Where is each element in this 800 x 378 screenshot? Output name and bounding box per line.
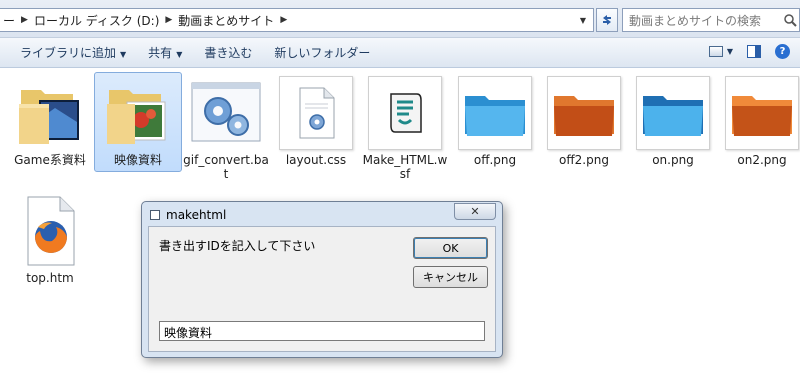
file-item[interactable]: off2.png <box>540 69 628 173</box>
window-icon <box>150 210 160 220</box>
preview-pane-icon[interactable] <box>747 45 761 58</box>
share-button[interactable]: 共有 ▼ <box>148 44 182 61</box>
crumb-separator-icon[interactable]: ▶ <box>163 15 174 25</box>
folder-icon <box>100 75 176 151</box>
view-icon <box>708 46 723 57</box>
chevron-down-icon: ▼ <box>726 47 733 56</box>
file-name: off2.png <box>559 153 609 167</box>
crumb-folder[interactable]: 動画まとめサイト <box>174 12 278 29</box>
address-dropdown-icon[interactable]: ▼ <box>574 9 592 31</box>
dialog-prompt: 書き出すIDを記入して下さい <box>159 239 316 253</box>
thumbnail-frame <box>547 76 621 150</box>
refresh-icon <box>603 15 611 25</box>
file-item[interactable]: layout.css <box>272 69 360 173</box>
batch-file-icon <box>188 75 264 151</box>
script-file-icon <box>367 75 443 151</box>
file-name: on2.png <box>737 153 787 167</box>
file-item[interactable]: on2.png <box>718 69 800 173</box>
dialog-title-bar[interactable]: makehtml <box>150 207 226 223</box>
file-name: off.png <box>473 153 517 167</box>
change-view-button[interactable]: ▼ <box>708 46 733 57</box>
folder-icon <box>12 75 88 151</box>
crumb-drive[interactable]: ローカル ディスク (D:) <box>30 12 163 29</box>
file-item[interactable]: top.htm <box>6 187 94 291</box>
file-name: on.png <box>652 153 694 167</box>
refresh-button[interactable] <box>596 8 618 32</box>
thumbnail-frame <box>458 76 532 150</box>
help-icon[interactable]: ? <box>775 44 790 59</box>
thumbnail-frame <box>636 76 710 150</box>
address-bar-region: ー ▶ ローカル ディスク (D:) ▶ 動画まとめサイト ▶ ▼ 動画まとめサ… <box>0 0 800 38</box>
firefox-document-icon <box>12 193 88 269</box>
blue-folder-image <box>635 75 711 151</box>
chevron-down-icon: ▼ <box>120 50 127 59</box>
file-item[interactable]: Make_HTML.wsf <box>361 69 449 187</box>
dialog-title: makehtml <box>166 208 227 222</box>
file-name: Make_HTML.wsf <box>362 153 448 181</box>
thumbnail-frame <box>725 76 799 150</box>
cancel-button[interactable]: キャンセル <box>413 266 488 288</box>
close-button[interactable]: ✕ <box>454 203 496 220</box>
add-to-library-button[interactable]: ライブラリに追加 ▼ <box>20 44 126 61</box>
crumb-separator-icon[interactable]: ▶ <box>19 15 30 25</box>
share-label: 共有 <box>148 46 173 60</box>
css-file-icon <box>278 75 354 151</box>
id-input-field[interactable]: 映像資料 <box>159 321 485 341</box>
close-icon: ✕ <box>470 205 480 218</box>
command-bar: ライブラリに追加 ▼ 共有 ▼ 書き込む 新しいフォルダー ▼ ? <box>0 38 800 68</box>
file-name: 映像資料 <box>113 153 162 167</box>
crumb-separator-icon[interactable]: ▶ <box>278 15 289 25</box>
file-name: layout.css <box>285 153 347 167</box>
file-item[interactable]: Game系資料 <box>6 69 94 173</box>
crumb-root[interactable]: ー <box>0 12 19 29</box>
file-item[interactable]: on.png <box>629 69 717 173</box>
file-item[interactable]: 映像資料 <box>94 69 182 173</box>
file-name: gif_convert.bat <box>183 153 269 181</box>
burn-button[interactable]: 書き込む <box>204 44 252 61</box>
breadcrumb[interactable]: ー ▶ ローカル ディスク (D:) ▶ 動画まとめサイト ▶ <box>0 8 594 32</box>
file-name: Game系資料 <box>14 153 86 167</box>
input-dialog: makehtml ✕ 書き出すIDを記入して下さい OK キャンセル 映像資料 <box>141 201 503 358</box>
file-item[interactable]: off.png <box>451 69 539 173</box>
orange-folder-image <box>724 75 800 151</box>
dialog-body: 書き出すIDを記入して下さい OK キャンセル 映像資料 <box>148 226 496 352</box>
search-placeholder: 動画まとめサイトの検索 <box>629 13 762 28</box>
new-folder-button[interactable]: 新しいフォルダー <box>274 44 370 61</box>
file-item[interactable]: gif_convert.bat <box>182 69 270 181</box>
ok-button[interactable]: OK <box>413 237 488 259</box>
search-input[interactable]: 動画まとめサイトの検索 <box>622 8 800 32</box>
add-to-library-label: ライブラリに追加 <box>20 46 117 60</box>
blue-folder-image <box>457 75 533 151</box>
thumbnail-frame <box>368 76 442 150</box>
thumbnail-frame <box>279 76 353 150</box>
chevron-down-icon: ▼ <box>176 50 183 59</box>
file-name: top.htm <box>26 271 74 285</box>
orange-folder-image <box>546 75 622 151</box>
search-icon[interactable] <box>781 13 799 27</box>
